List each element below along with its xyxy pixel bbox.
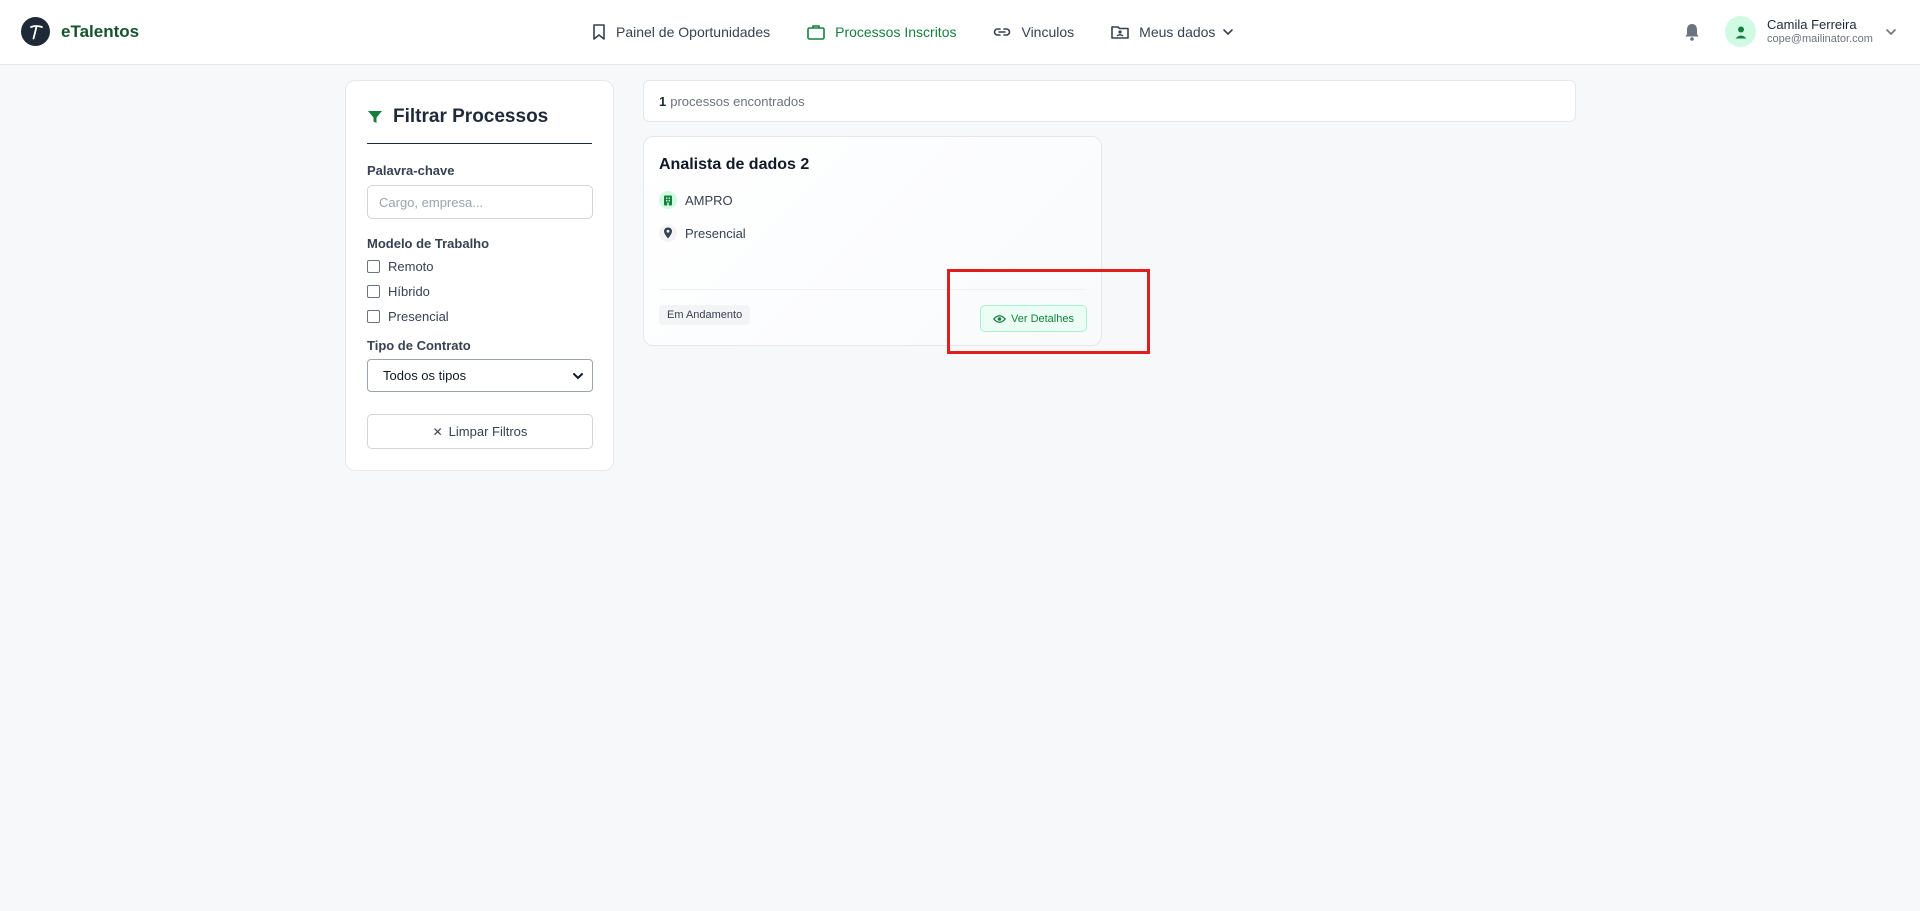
nav-label: Processos Inscritos xyxy=(835,24,957,40)
filter-title: Filtrar Processos xyxy=(393,106,549,127)
keyword-label: Palavra-chave xyxy=(367,163,455,178)
nav-label: Vinculos xyxy=(1021,24,1075,40)
nav-item-painel-oportunidades[interactable]: Painel de Oportunidades xyxy=(591,23,770,41)
checkbox[interactable] xyxy=(367,310,380,323)
checkbox-label: Remoto xyxy=(388,259,434,274)
chevron-down-icon xyxy=(1886,28,1896,35)
work-model-option-remoto[interactable]: Remoto xyxy=(367,254,592,279)
checkbox-label: Presencial xyxy=(388,309,449,324)
nav-label: Painel de Oportunidades xyxy=(616,24,771,40)
nav-label: Meus dados xyxy=(1139,24,1216,40)
checkbox[interactable] xyxy=(367,285,380,298)
briefcase-icon xyxy=(807,25,825,40)
filter-panel: Filtrar Processos Palavra-chave Modelo d… xyxy=(345,80,614,471)
main-nav: Painel de Oportunidades Processos Inscri… xyxy=(591,0,1270,64)
close-icon: ✕ xyxy=(432,424,443,439)
highlight-box xyxy=(947,269,1150,354)
funnel-icon xyxy=(368,111,382,123)
nav-item-meus-dados[interactable]: Meus dados xyxy=(1110,23,1234,41)
work-model-option-hibrido[interactable]: Híbrido xyxy=(367,279,592,304)
brand[interactable]: eTalentos xyxy=(21,17,139,46)
id-card-icon xyxy=(1111,26,1129,39)
bell-icon xyxy=(1685,24,1699,41)
user-name: Camila Ferreira xyxy=(1767,17,1857,33)
user-email: cope@mailinator.com xyxy=(1767,32,1873,45)
results-count: 1 xyxy=(659,93,667,109)
notifications-button[interactable] xyxy=(1683,22,1701,47)
chevron-down-icon xyxy=(573,372,583,379)
keyword-input[interactable] xyxy=(367,185,593,219)
contract-type-value: Todos os tipos xyxy=(383,368,467,383)
work-model-value: Presencial xyxy=(685,225,746,241)
process-title: Analista de dados 2 xyxy=(659,156,810,173)
results-count-text: processos encontrados xyxy=(670,93,805,109)
app-name: eTalentos xyxy=(61,21,140,41)
work-model-row: Presencial xyxy=(659,224,746,242)
nav-item-processos-inscritos[interactable]: Processos Inscritos xyxy=(806,23,956,41)
building-icon xyxy=(659,191,677,209)
user-icon xyxy=(1735,26,1746,38)
company-name: AMPRO xyxy=(685,192,733,208)
checkbox-label: Híbrido xyxy=(388,284,430,299)
chevron-down-icon xyxy=(1223,29,1234,36)
checkbox[interactable] xyxy=(367,260,380,273)
work-model-label: Modelo de Trabalho xyxy=(367,236,490,251)
link-icon xyxy=(994,28,1011,36)
logo-icon xyxy=(21,17,50,46)
results-count-bar: 1 processos encontrados xyxy=(643,80,1576,122)
map-pin-icon xyxy=(659,224,677,242)
clear-filters-label: Limpar Filtros xyxy=(448,424,528,439)
work-model-option-presencial[interactable]: Presencial xyxy=(367,304,592,329)
top-header: eTalentos Painel de Oportunidades Proces… xyxy=(0,0,1920,65)
contract-type-label: Tipo de Contrato xyxy=(367,338,471,353)
avatar xyxy=(1725,16,1756,47)
contract-type-select[interactable]: Todos os tipos xyxy=(367,359,593,392)
filter-header: Filtrar Processos xyxy=(367,81,592,144)
bookmark-icon xyxy=(593,24,605,40)
clear-filters-button[interactable]: ✕ Limpar Filtros xyxy=(367,414,593,449)
nav-item-vinculos[interactable]: Vinculos xyxy=(992,23,1074,41)
user-menu[interactable]: Camila Ferreira cope@mailinator.com xyxy=(1725,16,1897,47)
company-row: AMPRO xyxy=(659,191,733,209)
status-badge: Em Andamento xyxy=(659,305,751,325)
